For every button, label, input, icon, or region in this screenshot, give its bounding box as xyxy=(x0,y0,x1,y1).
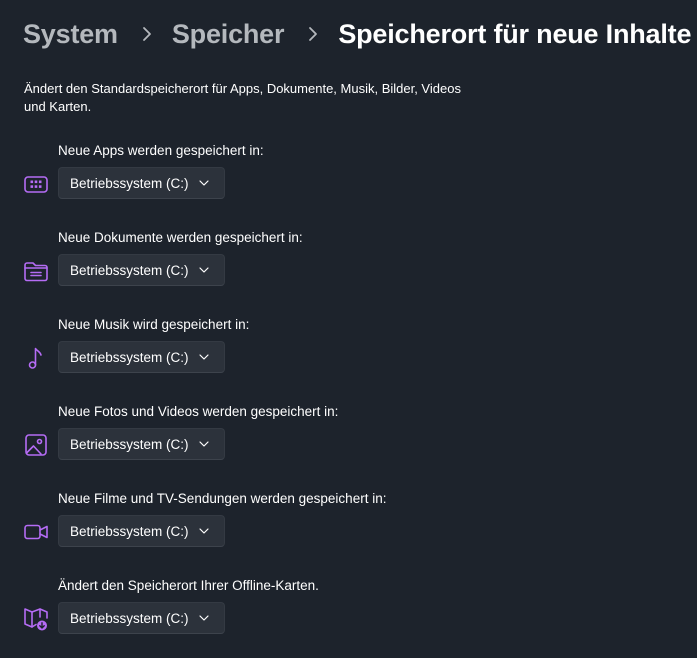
chevron-down-icon xyxy=(198,177,210,189)
dropdown-value: Betriebssystem (C:) xyxy=(70,436,189,452)
setting-label: Ändert den Speicherort Ihrer Offline-Kar… xyxy=(58,578,319,593)
music-note-icon xyxy=(22,344,50,372)
dropdown-value: Betriebssystem (C:) xyxy=(70,349,189,365)
chevron-right-icon xyxy=(298,19,328,49)
setting-label: Neue Apps werden gespeichert in: xyxy=(58,143,264,158)
setting-label: Neue Dokumente werden gespeichert in: xyxy=(58,230,303,245)
setting-music: Neue Musik wird gespeichert in: Betriebs… xyxy=(0,316,697,396)
setting-documents: Neue Dokumente werden gespeichert in: Be… xyxy=(0,229,697,309)
apps-icon xyxy=(22,170,50,198)
dropdown-value: Betriebssystem (C:) xyxy=(70,175,189,191)
chevron-down-icon xyxy=(198,351,210,363)
chevron-down-icon xyxy=(198,612,210,624)
storage-location-dropdown-music[interactable]: Betriebssystem (C:) xyxy=(58,341,225,373)
page-description: Ändert den Standardspeicherort für Apps,… xyxy=(24,81,461,114)
breadcrumb-item-system[interactable]: System xyxy=(23,19,118,50)
storage-location-dropdown-movies[interactable]: Betriebssystem (C:) xyxy=(58,515,225,547)
breadcrumb-item-speicher[interactable]: Speicher xyxy=(172,19,285,50)
chevron-down-icon xyxy=(198,525,210,537)
chevron-down-icon xyxy=(198,438,210,450)
photo-icon xyxy=(22,431,50,459)
setting-label: Neue Fotos und Videos werden gespeichert… xyxy=(58,404,339,419)
chevron-down-icon xyxy=(198,264,210,276)
page-title: Speicherort für neue Inhalte xyxy=(338,18,692,49)
setting-apps: Neue Apps werden gespeichert in: Betrieb… xyxy=(0,142,697,222)
storage-location-dropdown-photos[interactable]: Betriebssystem (C:) xyxy=(58,428,225,460)
storage-location-dropdown-maps[interactable]: Betriebssystem (C:) xyxy=(58,602,225,634)
setting-offline-maps: Ändert den Speicherort Ihrer Offline-Kar… xyxy=(0,577,697,657)
dropdown-value: Betriebssystem (C:) xyxy=(70,610,189,626)
setting-label: Neue Musik wird gespeichert in: xyxy=(58,317,250,332)
video-camera-icon xyxy=(22,518,50,546)
dropdown-value: Betriebssystem (C:) xyxy=(70,523,189,539)
setting-movies-tv: Neue Filme und TV-Sendungen werden gespe… xyxy=(0,490,697,570)
storage-location-dropdown-documents[interactable]: Betriebssystem (C:) xyxy=(58,254,225,286)
storage-location-dropdown-apps[interactable]: Betriebssystem (C:) xyxy=(58,167,225,199)
chevron-right-icon xyxy=(132,19,162,49)
breadcrumb: System Speicher Speicherort für neue Inh… xyxy=(23,14,691,54)
map-download-icon xyxy=(22,605,50,633)
dropdown-value: Betriebssystem (C:) xyxy=(70,262,189,278)
setting-label: Neue Filme und TV-Sendungen werden gespe… xyxy=(58,491,387,506)
setting-photos-videos: Neue Fotos und Videos werden gespeichert… xyxy=(0,403,697,483)
folder-icon xyxy=(22,257,50,285)
